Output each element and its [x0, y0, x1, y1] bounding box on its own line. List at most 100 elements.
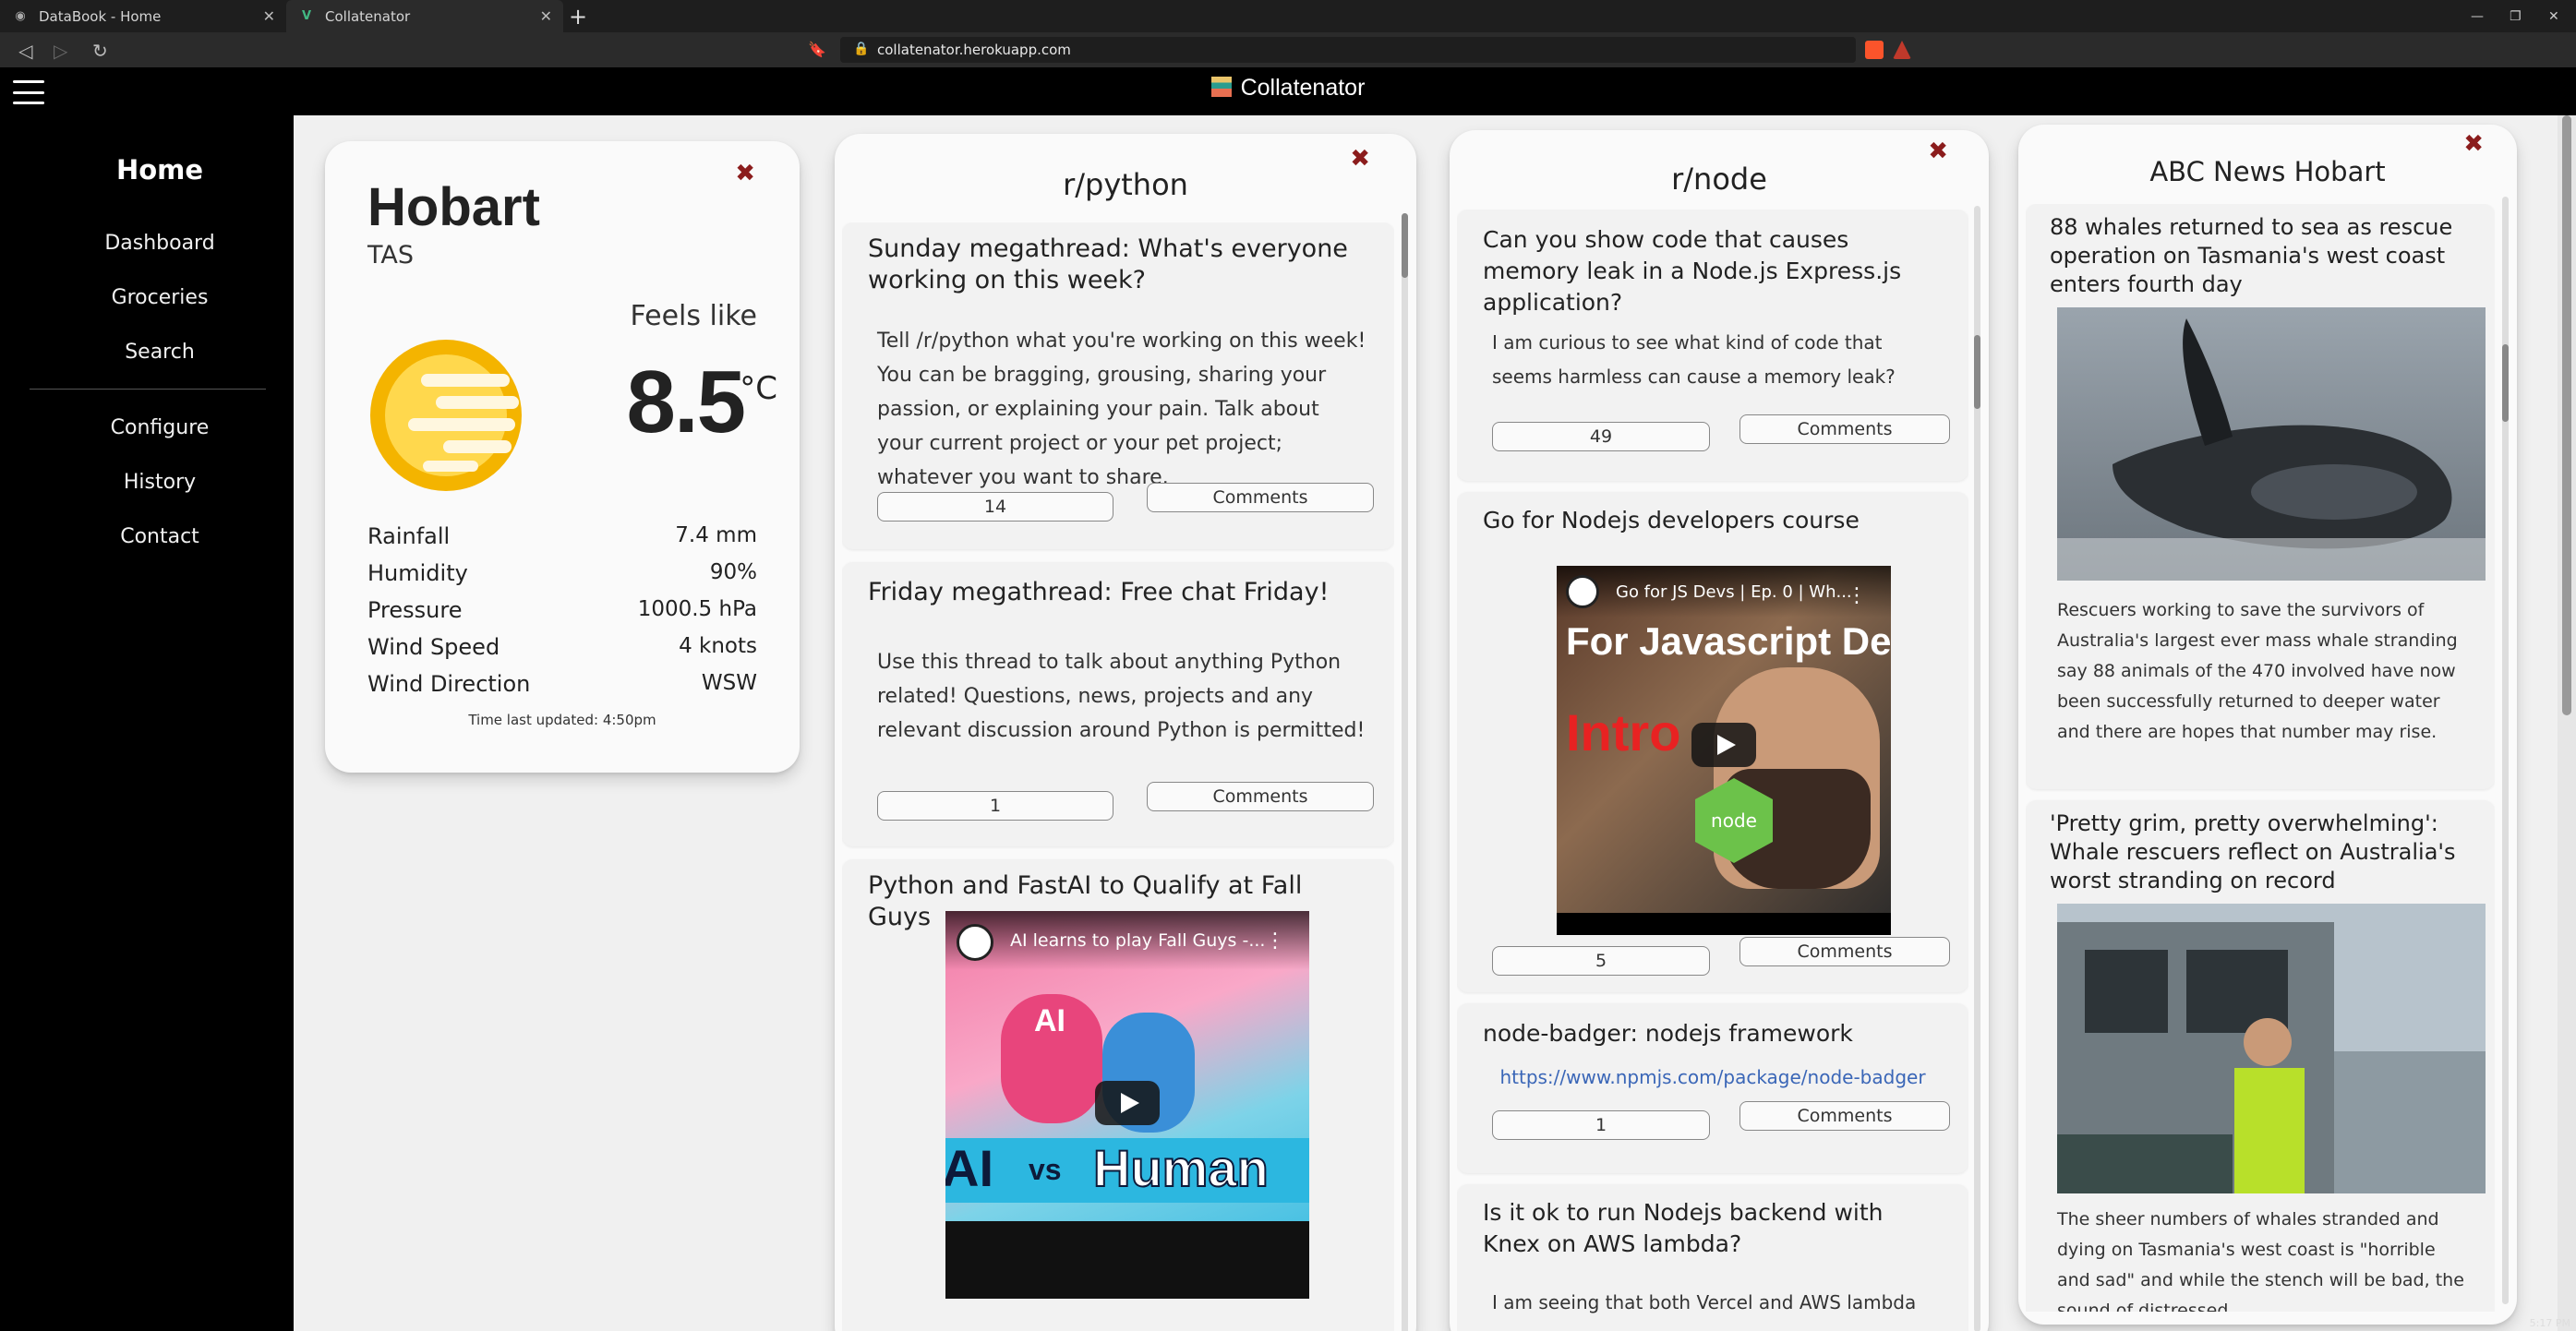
page-scrollbar[interactable]	[2558, 115, 2576, 1331]
databook-favicon-icon: ◉	[15, 9, 26, 23]
post-body: Use this thread to talk about anything P…	[877, 651, 1366, 742]
new-tab-icon[interactable]: +	[569, 4, 587, 30]
post-body: Tell /r/python what you're working on th…	[877, 330, 1366, 489]
close-node-card-icon[interactable]: ✖	[1928, 139, 1948, 163]
channel-avatar[interactable]	[1566, 575, 1599, 608]
back-icon[interactable]: ◁	[18, 40, 32, 62]
video-intro: Intro	[1566, 703, 1681, 761]
sidebar-item-contact[interactable]: Contact	[0, 525, 319, 548]
tab-title: DataBook - Home	[39, 7, 162, 25]
sidebar-item-history[interactable]: History	[0, 471, 319, 494]
close-tab-icon[interactable]: ✕	[263, 7, 275, 25]
post-link[interactable]: https://www.npmjs.com/package/node-badge…	[1457, 1066, 1968, 1088]
post-title[interactable]: Is it ok to run Nodejs backend with Knex…	[1483, 1197, 1941, 1260]
tab-collatenator[interactable]: V Collatenator ✕	[286, 0, 563, 32]
news-title[interactable]: 'Pretty grim, pretty overwhelming': Whal…	[2050, 809, 2476, 895]
comments-button[interactable]: Comments	[1739, 414, 1950, 444]
node-scrollbar[interactable]	[1974, 206, 1980, 1331]
comments-button[interactable]: Comments	[1147, 483, 1374, 512]
comments-button[interactable]: Comments	[1739, 937, 1950, 966]
sidebar-item-search[interactable]: Search	[0, 341, 319, 364]
brave-shield-icon[interactable]	[1865, 41, 1884, 59]
reload-icon[interactable]: ↻	[92, 40, 108, 62]
news-item: 88 whales returned to sea as rescue oper…	[2026, 204, 2495, 789]
minimize-icon[interactable]: —	[2471, 0, 2484, 32]
weather-row-wind-speed: Wind Speed 4 knots	[367, 634, 757, 660]
restore-icon[interactable]: ❐	[2510, 0, 2522, 32]
post-title[interactable]: Sunday megathread: What's everyone worki…	[868, 234, 1366, 296]
tab-databook[interactable]: ◉ DataBook - Home ✕	[0, 0, 286, 32]
python-post: Python and FastAI to Qualify at Fall Guy…	[842, 859, 1394, 1331]
sidebar-item-configure[interactable]: Configure	[0, 416, 319, 439]
video-ai-badge: AI	[1034, 1003, 1065, 1038]
news-scrollbar[interactable]	[2502, 197, 2509, 1304]
temperature-unit: °C	[740, 370, 777, 407]
feed-title: r/node	[1671, 162, 1767, 197]
weather-row-rainfall: Rainfall 7.4 mm	[367, 523, 757, 549]
feed-title: ABC News Hobart	[2149, 156, 2386, 187]
weather-row-wind-direction: Wind Direction WSW	[367, 671, 757, 697]
video-more-icon[interactable]: ⋮	[1847, 584, 1867, 607]
weather-city: Hobart	[367, 177, 540, 237]
weather-row-pressure: Pressure 1000.5 hPa	[367, 597, 757, 623]
sidebar: Home Dashboard Groceries Search Configur…	[0, 115, 294, 1331]
comments-button[interactable]: Comments	[1147, 782, 1374, 811]
whale-photo	[2057, 307, 2486, 581]
play-icon[interactable]	[1691, 723, 1756, 767]
sidebar-item-home[interactable]: Home	[0, 154, 319, 186]
app-header: Collatenator	[0, 67, 2576, 115]
score-button[interactable]: 5	[1492, 946, 1710, 976]
feed-title: r/python	[1063, 167, 1188, 202]
node-feed-card: ✖ r/node Can you show code that causes m…	[1450, 130, 1989, 1331]
address-bar[interactable]: 🔒 collatenator.herokuapp.com	[840, 37, 1856, 63]
post-body: I am curious to see what kind of code th…	[1492, 331, 1896, 388]
forward-icon[interactable]: ▷	[54, 40, 67, 62]
weather-state: TAS	[367, 241, 415, 270]
score-button[interactable]: 14	[877, 492, 1113, 522]
browser-tab-bar: ◉ DataBook - Home ✕ V Collatenator ✕ + —…	[0, 0, 2576, 32]
rescuer-photo	[2057, 904, 2486, 1193]
sidebar-item-groceries[interactable]: Groceries	[0, 286, 319, 309]
python-feed-card: ✖ r/python Sunday megathread: What's eve…	[835, 134, 1416, 1331]
close-weather-card-icon[interactable]: ✖	[735, 162, 755, 186]
python-scrollbar[interactable]	[1402, 213, 1408, 1331]
python-feed-list: Sunday megathread: What's everyone worki…	[842, 222, 1394, 1331]
app-logo-icon	[1210, 77, 1232, 97]
news-title[interactable]: 88 whales returned to sea as rescue oper…	[2050, 213, 2476, 299]
close-news-card-icon[interactable]: ✖	[2463, 132, 2484, 156]
video-headline: For Javascript De	[1566, 619, 1891, 663]
youtube-video-embed[interactable]: AI AI vs Human AI learns to play Fall Gu…	[945, 911, 1309, 1299]
post-title[interactable]: Friday megathread: Free chat Friday!	[868, 577, 1366, 608]
post-title[interactable]: node-badger: nodejs framework	[1483, 1018, 1941, 1049]
sidebar-item-dashboard[interactable]: Dashboard	[0, 232, 319, 255]
news-feed-card: ✖ ABC News Hobart 88 whales returned to …	[2018, 125, 2517, 1325]
rewards-icon[interactable]	[1893, 41, 1911, 59]
play-icon[interactable]	[1095, 1081, 1160, 1125]
main-content: ✖ Hobart TAS Feels like 8.5 °C Rainfall 7…	[294, 115, 2576, 1331]
news-item: 'Pretty grim, pretty overwhelming': Whal…	[2026, 800, 2495, 1312]
close-tab-icon[interactable]: ✕	[540, 7, 552, 25]
temperature-value: 8.5	[626, 353, 746, 451]
app-title: Collatenator	[0, 75, 2576, 102]
post-title[interactable]: Go for Nodejs developers course	[1483, 505, 1941, 536]
score-button[interactable]: 1	[877, 791, 1113, 821]
video-more-icon[interactable]: ⋮	[1265, 929, 1285, 953]
video-text-human: Human	[1092, 1138, 1270, 1198]
window-close-icon[interactable]: ✕	[2548, 0, 2559, 32]
browser-toolbar: ◁ ▷ ↻ 🔖 🔒 collatenator.herokuapp.com	[0, 32, 2576, 67]
weather-card: ✖ Hobart TAS Feels like 8.5 °C Rainfall 7…	[325, 141, 800, 773]
node-post: Can you show code that causes memory lea…	[1457, 210, 1968, 481]
post-title[interactable]: Can you show code that causes memory lea…	[1483, 224, 1941, 318]
score-button[interactable]: 49	[1492, 422, 1710, 451]
score-button[interactable]: 1	[1492, 1110, 1710, 1140]
comments-button[interactable]: Comments	[1739, 1101, 1950, 1131]
python-post: Friday megathread: Free chat Friday! Use…	[842, 562, 1394, 846]
youtube-video-embed[interactable]: For Javascript De Intro node Go for JS D…	[1557, 566, 1891, 935]
bookmark-icon[interactable]: 🔖	[808, 41, 826, 58]
clock: 5:17 PM	[2529, 1317, 2570, 1329]
channel-avatar[interactable]	[957, 924, 993, 961]
news-feed-list: 88 whales returned to sea as rescue oper…	[2026, 204, 2495, 1312]
weather-row-humidity: Humidity 90%	[367, 560, 757, 586]
video-text-vs: vs	[1029, 1153, 1062, 1186]
video-text-ai: AI	[945, 1139, 993, 1197]
